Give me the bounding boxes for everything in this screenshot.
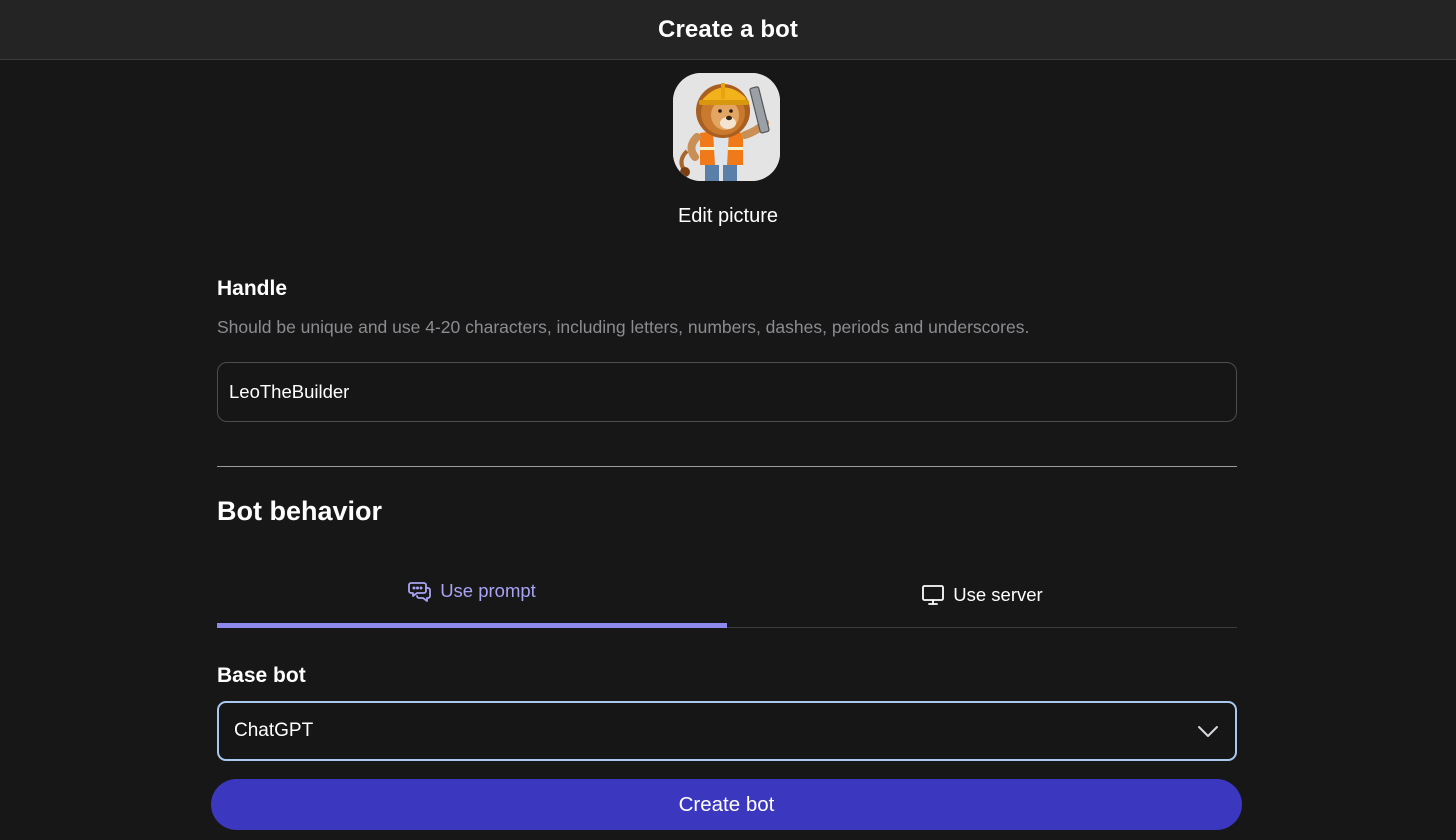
handle-hint: Should be unique and use 4-20 characters…: [217, 317, 1030, 337]
create-bot-button[interactable]: Create bot: [211, 779, 1242, 830]
bot-behavior-heading: Bot behavior: [217, 496, 383, 526]
active-tab-indicator: [217, 623, 727, 628]
behavior-tabs: Use prompt Use server: [217, 562, 1237, 628]
top-bar: Create a bot: [0, 0, 1456, 60]
base-bot-select[interactable]: ChatGPT: [217, 701, 1237, 761]
lion-builder-avatar-icon: [673, 73, 780, 181]
handle-label: Handle: [217, 277, 288, 300]
tab-use-server[interactable]: Use server: [727, 562, 1237, 627]
handle-input[interactable]: [217, 362, 1237, 422]
page-title: Create a bot: [658, 15, 798, 43]
base-bot-label: Base bot: [217, 664, 306, 687]
bot-avatar[interactable]: [673, 73, 780, 181]
section-divider: [217, 466, 1237, 467]
chat-bubbles-icon: [408, 579, 432, 603]
tab-use-server-label: Use server: [953, 583, 1043, 605]
edit-picture-link[interactable]: Edit picture: [0, 205, 1456, 228]
chevron-down-icon: [1196, 719, 1220, 743]
tab-use-prompt[interactable]: Use prompt: [217, 562, 727, 628]
monitor-icon: [921, 583, 945, 607]
base-bot-selected-value: ChatGPT: [234, 720, 314, 741]
tab-use-prompt-label: Use prompt: [440, 580, 536, 601]
